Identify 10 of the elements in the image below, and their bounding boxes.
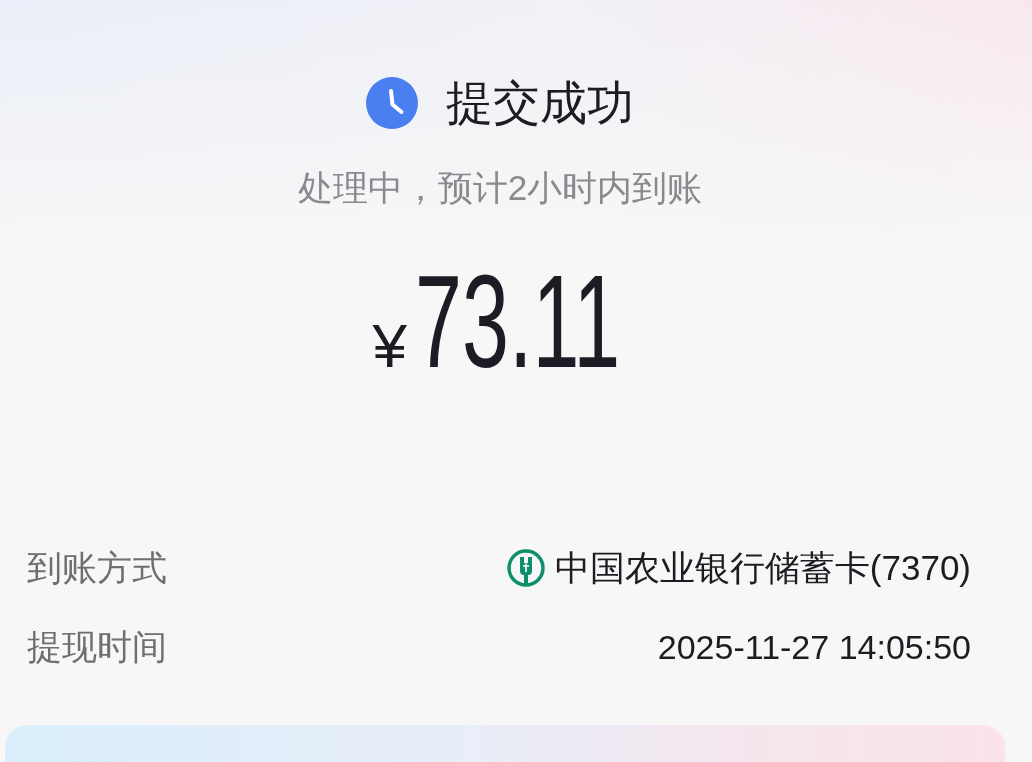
detail-value: 2025-11-27 14:05:50	[657, 627, 971, 668]
detail-label: 到账方式	[27, 547, 167, 589]
amount-value: 73.11	[415, 252, 621, 392]
currency-symbol: ¥	[372, 315, 408, 377]
status-subtitle: 处理中，预计2小时内到账	[297, 167, 703, 209]
clock-icon	[366, 77, 418, 129]
detail-label: 提现时间	[27, 626, 167, 668]
bank-card-text: 中国农业银行储蓄卡(7370)	[554, 547, 971, 589]
status-title: 提交成功	[446, 75, 634, 131]
bank-logo-icon	[506, 549, 545, 587]
